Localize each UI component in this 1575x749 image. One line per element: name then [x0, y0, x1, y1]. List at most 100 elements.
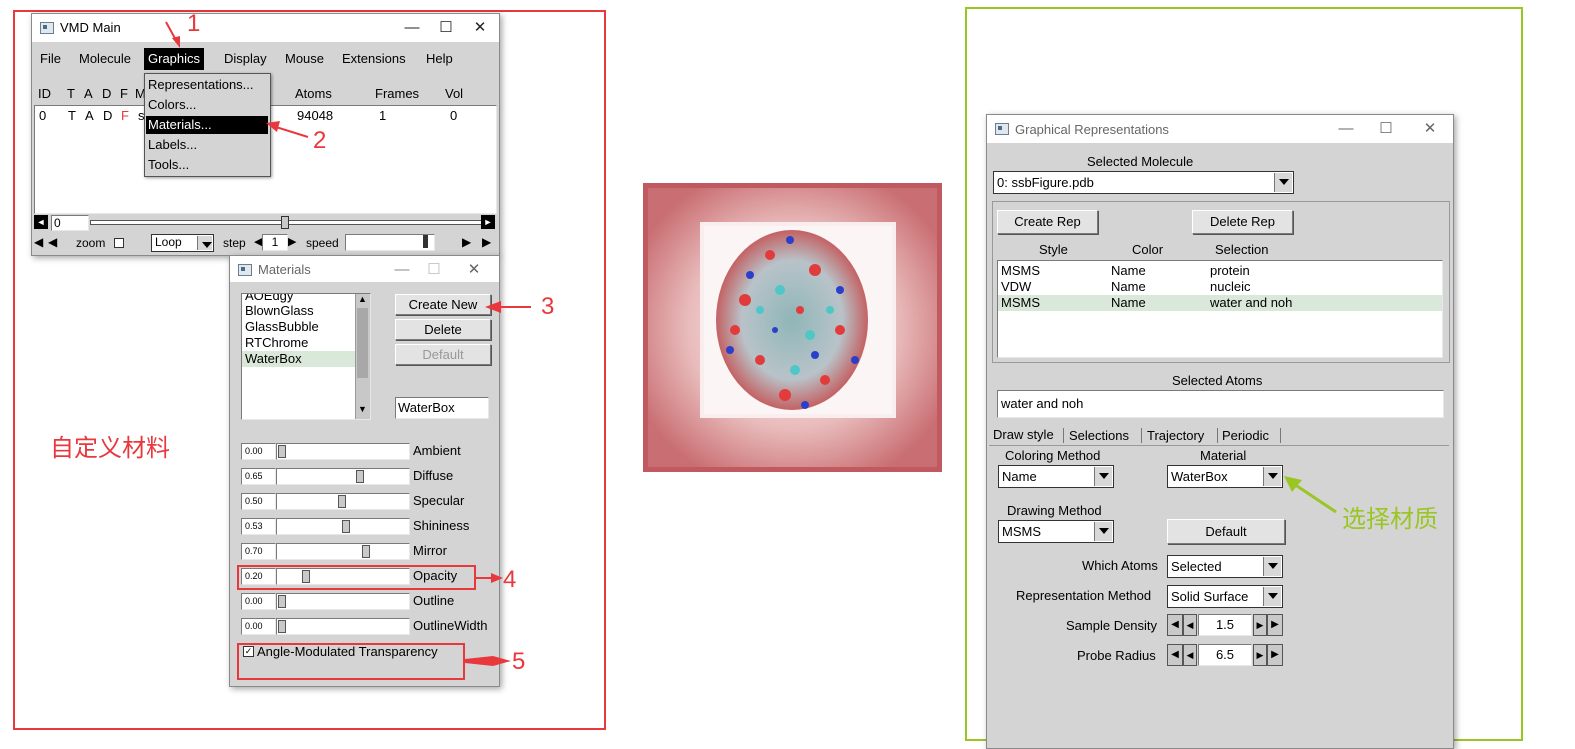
slider-thumb[interactable]: [338, 495, 346, 508]
slider-value-specular[interactable]: 0.50: [241, 493, 276, 510]
menu-item-labels[interactable]: Labels...: [148, 137, 197, 152]
decrease-icon[interactable]: ◀: [1183, 614, 1197, 636]
slider-specular[interactable]: [276, 493, 410, 510]
zoom-checkbox[interactable]: [114, 238, 124, 248]
table-row[interactable]: VDW Name nucleic: [998, 279, 1442, 295]
material-select[interactable]: WaterBox: [1167, 465, 1283, 488]
play-forward-icon[interactable]: ▶: [462, 235, 471, 249]
maximize-icon[interactable]: ☐: [417, 260, 451, 280]
slider-thumb[interactable]: [342, 520, 350, 533]
minimize-icon[interactable]: —: [1329, 119, 1363, 139]
tab-periodic[interactable]: Periodic: [1222, 428, 1269, 443]
loop-select[interactable]: Loop: [151, 234, 214, 252]
list-item[interactable]: AOEdgy: [245, 294, 293, 303]
increase-icon[interactable]: ▶: [1253, 614, 1267, 636]
list-item[interactable]: GlassBubble: [245, 319, 319, 334]
step-input[interactable]: 1: [262, 234, 288, 251]
increase-fast-icon[interactable]: ▶: [1267, 644, 1283, 666]
delete-rep-button[interactable]: Delete Rep: [1192, 210, 1293, 234]
go-end-icon[interactable]: ►: [481, 215, 495, 229]
menu-item-colors[interactable]: Colors...: [148, 97, 196, 112]
close-icon[interactable]: ✕: [463, 18, 497, 38]
list-scrollbar[interactable]: ▲ ▼: [355, 294, 370, 419]
tab-selections[interactable]: Selections: [1069, 428, 1129, 443]
drawing-method-select[interactable]: MSMS: [998, 520, 1114, 543]
maximize-icon[interactable]: ☐: [429, 18, 463, 38]
menu-display[interactable]: Display: [220, 48, 271, 70]
menu-graphics[interactable]: Graphics: [144, 48, 205, 70]
menu-help[interactable]: Help: [422, 48, 457, 70]
slider-thumb[interactable]: [356, 470, 364, 483]
list-item-selected[interactable]: WaterBox: [245, 351, 302, 366]
go-start-icon[interactable]: ◄: [34, 215, 48, 229]
menu-item-representations[interactable]: Representations...: [148, 77, 254, 92]
slider-shininess[interactable]: [276, 518, 410, 535]
step-up-icon[interactable]: ▶: [288, 235, 296, 248]
slider-outlinewidth[interactable]: [276, 618, 410, 635]
maximize-icon[interactable]: ☐: [1369, 119, 1403, 139]
selected-atoms-field[interactable]: water and noh: [997, 390, 1444, 418]
frame-input[interactable]: 0: [51, 215, 89, 231]
menu-item-materials[interactable]: Materials...: [148, 117, 212, 132]
sample-density-input[interactable]: 1.5: [1198, 614, 1252, 636]
slider-outline[interactable]: [276, 593, 410, 610]
menu-molecule[interactable]: Molecule: [75, 48, 135, 70]
slider-value-shininess[interactable]: 0.53: [241, 518, 276, 535]
step-forward-icon[interactable]: ▶: [482, 235, 491, 249]
speed-slider[interactable]: [345, 234, 435, 251]
step-back-icon[interactable]: ◀: [34, 235, 43, 249]
slider-thumb[interactable]: [278, 445, 286, 458]
slider-thumb[interactable]: [278, 595, 286, 608]
tab-draw-style[interactable]: Draw style: [993, 427, 1054, 442]
slider-thumb[interactable]: [362, 545, 370, 558]
menu-mouse[interactable]: Mouse: [281, 48, 328, 70]
slider-value-diffuse[interactable]: 0.65: [241, 468, 276, 485]
slider-mirror[interactable]: [276, 543, 410, 560]
material-list[interactable]: AOEdgy BlownGlass GlassBubble RTChrome W…: [241, 293, 371, 420]
row-d[interactable]: D: [103, 108, 112, 123]
increase-icon[interactable]: ▶: [1253, 644, 1267, 666]
minimize-icon[interactable]: —: [395, 18, 429, 38]
row-a[interactable]: A: [85, 108, 94, 123]
scroll-up-icon[interactable]: ▲: [358, 294, 367, 304]
scroll-thumb[interactable]: [357, 308, 368, 378]
slider-diffuse[interactable]: [276, 468, 410, 485]
probe-radius-input[interactable]: 6.5: [1198, 644, 1252, 666]
create-new-button[interactable]: Create New: [395, 294, 491, 315]
list-item[interactable]: RTChrome: [245, 335, 308, 350]
slider-value-mirror[interactable]: 0.70: [241, 543, 276, 560]
slider-ambient[interactable]: [276, 443, 410, 460]
slider-value-outlinewidth[interactable]: 0.00: [241, 618, 276, 635]
rep-method-select[interactable]: Solid Surface: [1167, 585, 1283, 608]
scroll-down-icon[interactable]: ▼: [358, 404, 367, 414]
play-back-icon[interactable]: ◀: [48, 235, 57, 249]
decrease-fast-icon[interactable]: ◀: [1167, 614, 1183, 636]
menu-extensions[interactable]: Extensions: [338, 48, 410, 70]
menu-file[interactable]: File: [36, 48, 65, 70]
list-item[interactable]: BlownGlass: [245, 303, 314, 318]
decrease-fast-icon[interactable]: ◀: [1167, 644, 1183, 666]
default-button[interactable]: Default: [395, 344, 491, 365]
close-icon[interactable]: ✕: [1413, 119, 1447, 139]
row-f[interactable]: F: [121, 108, 129, 123]
table-row-selected[interactable]: MSMS Name water and noh: [998, 295, 1442, 311]
slider-value-outline[interactable]: 0.00: [241, 593, 276, 610]
coloring-method-select[interactable]: Name: [998, 465, 1114, 488]
close-icon[interactable]: ✕: [457, 260, 491, 280]
row-t[interactable]: T: [68, 108, 76, 123]
table-row[interactable]: MSMS Name protein: [998, 263, 1442, 279]
slider-value-ambient[interactable]: 0.00: [241, 443, 276, 460]
material-name-field[interactable]: WaterBox: [395, 397, 489, 419]
decrease-icon[interactable]: ◀: [1183, 644, 1197, 666]
slider-thumb[interactable]: [278, 620, 286, 633]
reps-list[interactable]: MSMS Name protein VDW Name nucleic MSMS …: [997, 260, 1443, 358]
create-rep-button[interactable]: Create Rep: [997, 210, 1098, 234]
selected-molecule-select[interactable]: 0: ssbFigure.pdb: [993, 171, 1294, 194]
frame-slider-thumb[interactable]: [281, 216, 289, 229]
menu-item-tools[interactable]: Tools...: [148, 157, 189, 172]
increase-fast-icon[interactable]: ▶: [1267, 614, 1283, 636]
which-atoms-select[interactable]: Selected: [1167, 555, 1283, 578]
tab-trajectory[interactable]: Trajectory: [1147, 428, 1204, 443]
delete-button[interactable]: Delete: [395, 319, 491, 340]
default-draw-button[interactable]: Default: [1167, 519, 1285, 544]
